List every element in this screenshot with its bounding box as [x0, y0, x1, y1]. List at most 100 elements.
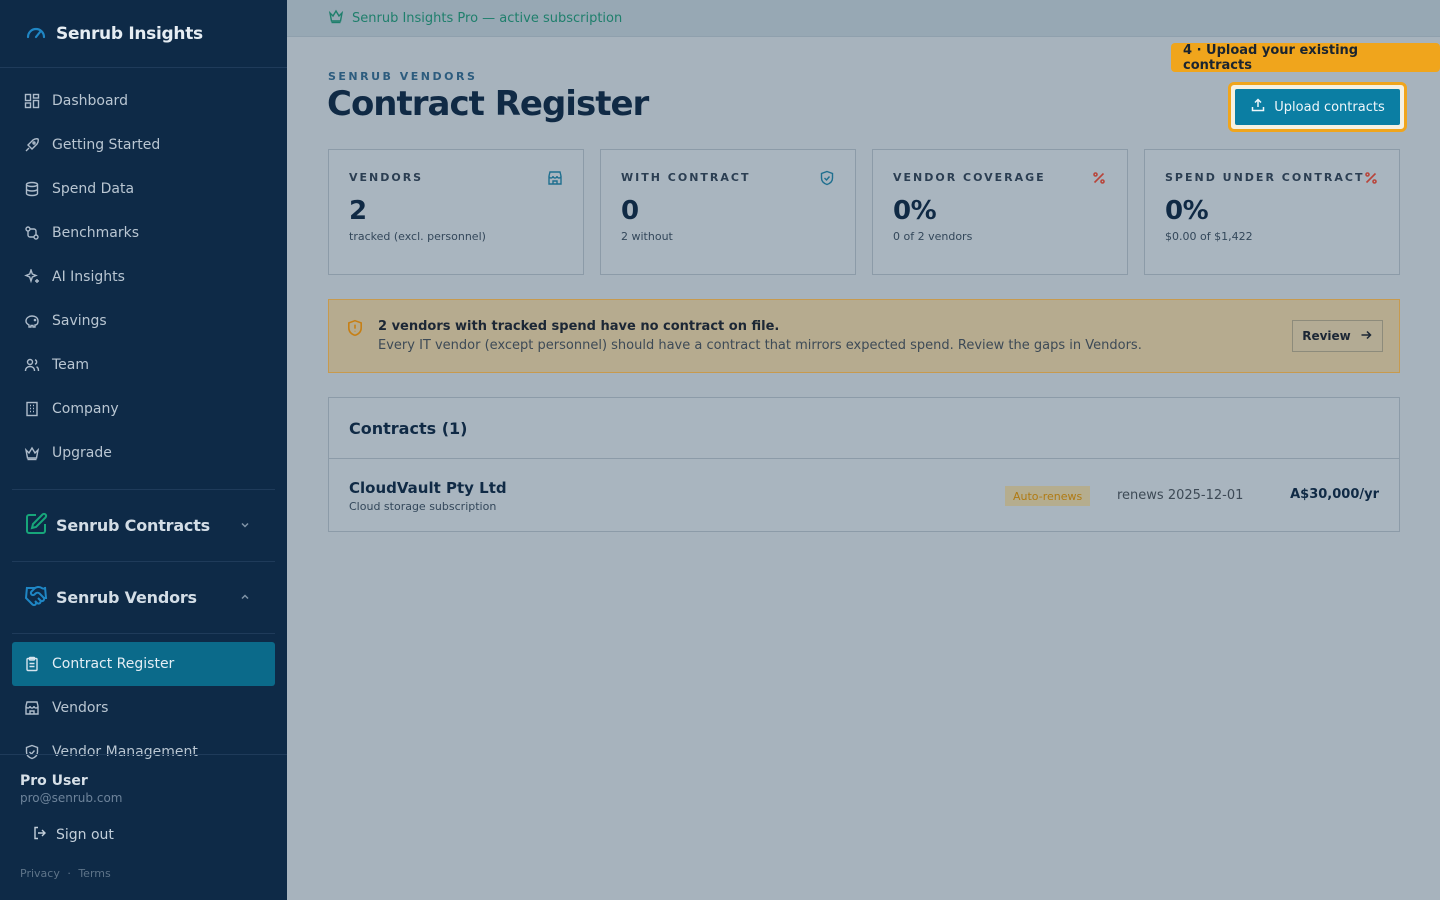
brand[interactable]: Senrub Insights: [0, 0, 287, 68]
legal-links: Privacy · Terms: [20, 867, 267, 880]
sidebar-item-label: Upgrade: [52, 445, 112, 461]
contracts-panel: Contracts (1) CloudVault Pty Ltd Cloud s…: [328, 397, 1400, 532]
contracts-heading: Contracts (1): [329, 398, 1399, 459]
building-icon: [24, 401, 40, 417]
sidebar-item-label: Vendors: [52, 700, 109, 716]
store-icon: [24, 700, 40, 716]
user-name: Pro User: [20, 773, 88, 789]
stats-row: VENDORS 2 tracked (excl. personnel) WITH…: [328, 149, 1400, 275]
document-edit-icon: [24, 512, 48, 540]
page-eyebrow: SENRUB VENDORS: [328, 70, 478, 83]
sidebar-item-contract-register[interactable]: Contract Register: [12, 642, 275, 686]
banner-text: Senrub Insights Pro — active subscriptio…: [352, 10, 623, 26]
rocket-icon: [24, 137, 40, 153]
alert-text: 2 vendors with tracked spend have no con…: [378, 319, 1292, 353]
chevron-down-icon: [239, 516, 251, 535]
percent-icon: [1363, 170, 1379, 190]
sidebar-item-getting-started[interactable]: Getting Started: [12, 123, 275, 167]
user-panel: Pro User pro@senrub.com Sign out Privacy…: [0, 754, 287, 900]
shield-check-icon: [819, 170, 835, 190]
review-button[interactable]: Review: [1292, 320, 1383, 352]
contract-description: Cloud storage subscription: [349, 499, 497, 513]
sidebar-item-label: Team: [52, 357, 90, 373]
stat-label: VENDORS: [349, 171, 424, 184]
main-content: Senrub Insights Pro — active subscriptio…: [287, 0, 1440, 900]
sidebar-item-label: Spend Data: [52, 181, 135, 197]
section-senrub-contracts[interactable]: Senrub Contracts: [12, 489, 275, 561]
terms-link[interactable]: Terms: [78, 867, 110, 880]
sidebar-item-team[interactable]: Team: [12, 343, 275, 387]
shield-alert-icon: [346, 319, 364, 341]
stat-label: VENDOR COVERAGE: [893, 171, 1046, 184]
stat-card-spend-under-contract: SPEND UNDER CONTRACT 0% $0.00 of $1,422: [1144, 149, 1400, 275]
section-title: Senrub Vendors: [24, 584, 197, 612]
stat-value: 0%: [893, 196, 937, 226]
sidebar-item-upgrade[interactable]: Upgrade: [12, 431, 275, 475]
stat-label: WITH CONTRACT: [621, 171, 751, 184]
sidebar: Senrub Insights Dashboard Getting Starte…: [0, 0, 287, 900]
stat-value: 2: [349, 196, 367, 226]
gauge-icon: [24, 20, 48, 48]
stat-sub: 2 without: [621, 230, 673, 243]
sidebar-item-company[interactable]: Company: [12, 387, 275, 431]
privacy-link[interactable]: Privacy: [20, 867, 60, 880]
sidebar-item-label: Benchmarks: [52, 225, 140, 241]
logout-icon: [32, 825, 56, 845]
contract-name: CloudVault Pty Ltd: [349, 478, 507, 497]
coverage-alert: 2 vendors with tracked spend have no con…: [328, 299, 1400, 373]
contract-amount: A$30,000/yr: [1290, 487, 1379, 502]
section-senrub-vendors[interactable]: Senrub Vendors: [12, 561, 275, 633]
database-icon: [24, 181, 40, 197]
sidebar-item-ai-insights[interactable]: AI Insights: [12, 255, 275, 299]
sidebar-item-label: Company: [52, 401, 119, 417]
sidebar-item-benchmarks[interactable]: Benchmarks: [12, 211, 275, 255]
contract-info: CloudVault Pty Ltd Cloud storage subscri…: [349, 479, 507, 513]
clipboard-icon: [24, 656, 40, 672]
auto-renew-badge: Auto-renews: [1005, 486, 1091, 506]
sidebar-item-vendors[interactable]: Vendors: [12, 686, 275, 730]
sidebar-item-dashboard[interactable]: Dashboard: [12, 79, 275, 123]
user-email: pro@senrub.com: [20, 791, 123, 805]
stat-card-vendors: VENDORS 2 tracked (excl. personnel): [328, 149, 584, 275]
piggy-bank-icon: [24, 313, 40, 329]
alert-body: Every IT vendor (except personnel) shoul…: [378, 338, 1142, 353]
contract-row[interactable]: CloudVault Pty Ltd Cloud storage subscri…: [329, 459, 1399, 532]
sidebar-item-label: Savings: [52, 313, 107, 329]
stat-value: 0%: [1165, 196, 1209, 226]
stat-sub: tracked (excl. personnel): [349, 230, 486, 243]
benchmarks-icon: [24, 225, 40, 241]
arrow-right-icon: [1351, 328, 1373, 345]
sidebar-item-savings[interactable]: Savings: [12, 299, 275, 343]
handshake-icon: [24, 584, 48, 612]
brand-title: Senrub Insights: [56, 23, 203, 44]
crown-icon: [24, 445, 40, 461]
stat-sub: 0 of 2 vendors: [893, 230, 973, 243]
crown-icon: [328, 8, 352, 28]
upload-contracts-label: Upload contracts: [1274, 99, 1385, 115]
dashboard-icon: [24, 93, 40, 109]
section-label: Senrub Vendors: [56, 588, 197, 607]
sidebar-item-label: Dashboard: [52, 93, 128, 109]
renewal-date: renews 2025-12-01: [1117, 488, 1244, 503]
sign-out-button[interactable]: Sign out: [20, 825, 267, 845]
users-icon: [24, 357, 40, 373]
main-nav: Dashboard Getting Started Spend Data Ben…: [0, 68, 287, 475]
stat-card-vendor-coverage: VENDOR COVERAGE 0% 0 of 2 vendors: [872, 149, 1128, 275]
alert-title: 2 vendors with tracked spend have no con…: [378, 319, 780, 334]
section-label: Senrub Contracts: [56, 516, 210, 535]
sidebar-item-label: Getting Started: [52, 137, 161, 153]
section-title: Senrub Contracts: [26, 512, 210, 540]
sidebar-item-label: Contract Register: [52, 656, 175, 672]
store-icon: [547, 170, 563, 190]
legal-separator: ·: [67, 867, 71, 880]
sparkles-icon: [24, 269, 40, 285]
sidebar-item-label: AI Insights: [52, 269, 125, 285]
vendors-nav: Contract Register Vendors Vendor Managem…: [12, 633, 275, 774]
stat-sub: $0.00 of $1,422: [1165, 230, 1253, 243]
upload-contracts-button[interactable]: Upload contracts: [1235, 89, 1400, 125]
stat-card-with-contract: WITH CONTRACT 0 2 without: [600, 149, 856, 275]
sidebar-item-spend-data[interactable]: Spend Data: [12, 167, 275, 211]
page-title: Contract Register: [327, 84, 649, 124]
chevron-up-icon: [239, 588, 251, 607]
stat-label: SPEND UNDER CONTRACT: [1165, 171, 1365, 184]
